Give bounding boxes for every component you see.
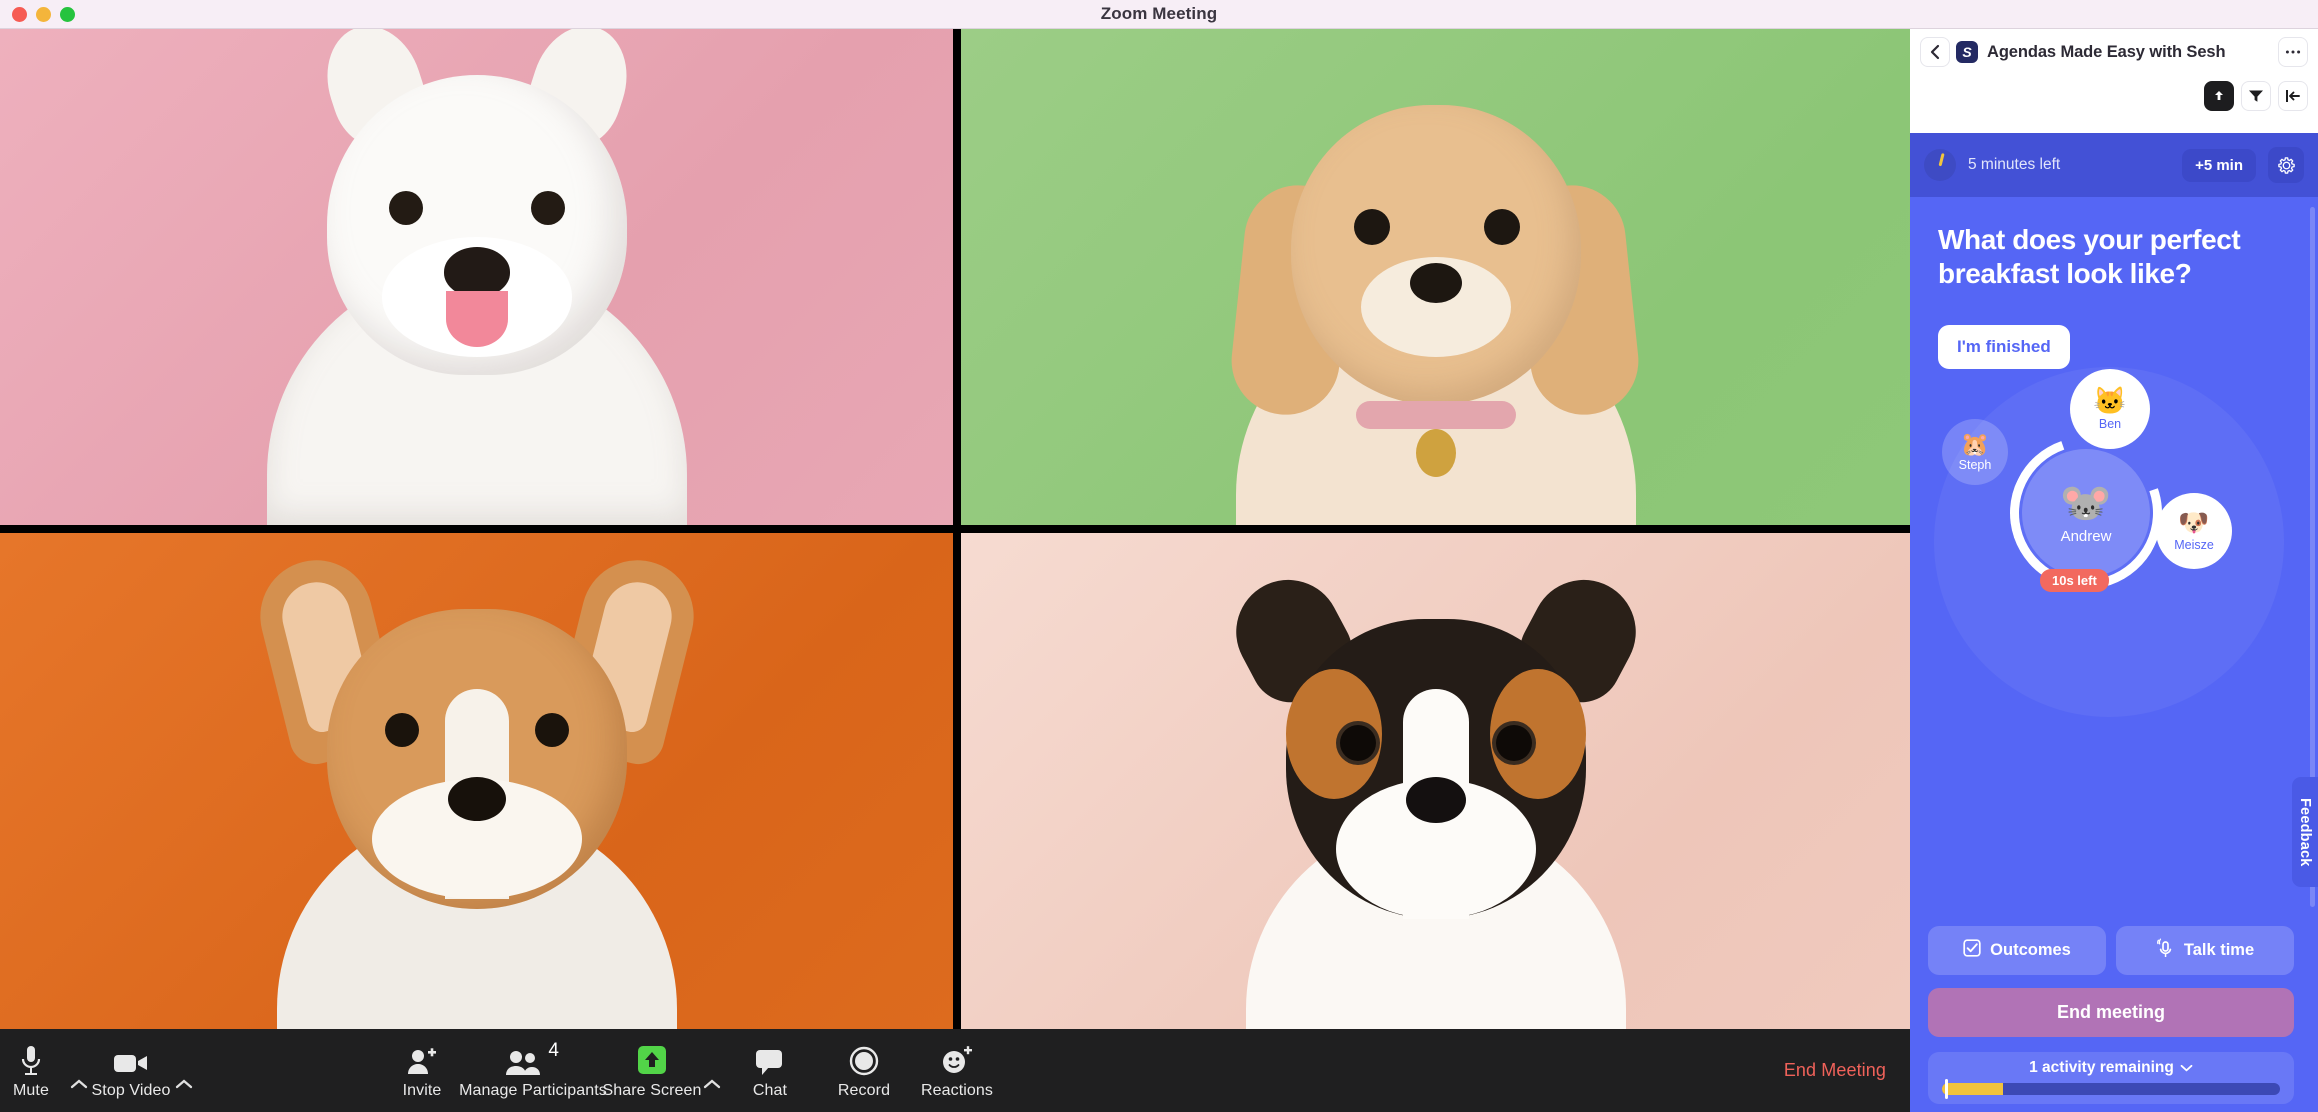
- back-button[interactable]: [1920, 37, 1950, 67]
- activity-progress-marker: [1945, 1079, 1948, 1099]
- activity-progress-fill: [1942, 1083, 2003, 1095]
- talk-time-button[interactable]: Talk time: [2116, 926, 2294, 975]
- shih-tzu-dog-illustration: [1221, 55, 1651, 525]
- activity-progress-bar[interactable]: [1942, 1079, 2280, 1099]
- activity-timer-bar: 5 minutes left +5 min: [1910, 133, 2318, 197]
- participant-bubble-stage: 🐹 Steph 🐱 Ben 🐭 Andrew 10s left 🐶 Meisze: [1910, 357, 2318, 787]
- record-button[interactable]: Record: [824, 1029, 904, 1112]
- activity-remaining-toggle[interactable]: 1 activity remaining: [1942, 1059, 2280, 1077]
- participant-name-ben: Ben: [2098, 416, 2122, 431]
- record-label: Record: [837, 1081, 891, 1099]
- chat-bubble-icon: [755, 1042, 785, 1076]
- add-time-button[interactable]: +5 min: [2182, 148, 2256, 182]
- timer-dial-icon: [1924, 149, 1956, 181]
- share-screen-button[interactable]: Share Screen: [592, 1029, 712, 1112]
- end-meeting-link[interactable]: End Meeting: [1784, 1029, 1886, 1112]
- participant-bubble-steph[interactable]: 🐹 Steph: [1942, 419, 2008, 485]
- share-screen-icon: [636, 1042, 668, 1076]
- corgi-dog-illustration: [242, 533, 712, 1029]
- collapse-panel-icon[interactable]: [2278, 81, 2308, 111]
- mute-label: Mute: [13, 1081, 49, 1099]
- video-tile-shih-tzu[interactable]: [961, 29, 1910, 525]
- microphone-wave-icon: [2156, 938, 2175, 963]
- participant-count-badge: 4: [548, 1039, 559, 1061]
- person-plus-icon: [407, 1042, 437, 1076]
- speaker-countdown-badge: 10s left: [2040, 569, 2109, 592]
- sesh-activity-body: What does your perfect breakfast look li…: [1910, 197, 2318, 912]
- participant-bubble-andrew[interactable]: 🐭 Andrew: [2022, 449, 2150, 577]
- reactions-label: Reactions: [920, 1081, 994, 1099]
- participant-name-andrew: Andrew: [2060, 527, 2112, 545]
- cat-emoji-icon: 🐱: [2093, 385, 2127, 416]
- video-options-caret[interactable]: [173, 1073, 195, 1095]
- dog-emoji-icon: 🐶: [2178, 508, 2210, 537]
- mouse-emoji-icon: 🐭: [2059, 478, 2113, 526]
- video-camera-icon: [113, 1042, 149, 1076]
- reactions-button[interactable]: Reactions: [908, 1029, 1006, 1112]
- end-meeting-button[interactable]: End meeting: [1928, 988, 2294, 1037]
- video-grid: [0, 29, 1910, 1029]
- share-options-caret[interactable]: [701, 1073, 723, 1095]
- record-circle-icon: [849, 1042, 879, 1076]
- feedback-tab[interactable]: Feedback: [2292, 777, 2318, 887]
- participant-bubble-ben[interactable]: 🐱 Ben: [2070, 369, 2150, 449]
- sesh-logo-icon: S: [1956, 41, 1978, 63]
- activity-progress-card: 1 activity remaining: [1928, 1052, 2294, 1104]
- window-title: Zoom Meeting: [1100, 4, 1218, 23]
- window-titlebar: Zoom Meeting: [0, 0, 2318, 29]
- activity-question: What does your perfect breakfast look li…: [1938, 224, 2241, 290]
- share-screen-label: Share Screen: [602, 1081, 702, 1099]
- hamster-emoji-icon: 🐹: [1960, 430, 1990, 457]
- stop-video-button[interactable]: Stop Video: [90, 1029, 172, 1112]
- participant-bubble-meisze[interactable]: 🐶 Meisze: [2156, 493, 2232, 569]
- feedback-tab-label: Feedback: [2297, 797, 2313, 867]
- samoyed-dog-illustration: [266, 29, 687, 525]
- outcomes-label: Outcomes: [1990, 941, 2071, 959]
- invite-label: Invite: [402, 1081, 442, 1099]
- sesh-panel-footer: Outcomes Talk time End meeting 1 activit…: [1910, 912, 2318, 1112]
- checkbox-icon: [1963, 939, 1981, 962]
- zoom-meeting-window: Zoom Meeting Mute Stop Video Invite 4 Ma…: [0, 0, 2318, 1112]
- participant-name-meisze: Meisze: [2174, 537, 2214, 552]
- jack-russell-dog-illustration: [1211, 549, 1661, 1029]
- timer-text: 5 minutes left: [1968, 156, 2061, 173]
- participant-name-steph: Steph: [1958, 457, 1992, 472]
- talk-time-label: Talk time: [2183, 941, 2255, 959]
- video-tile-jack-russell[interactable]: [961, 533, 1910, 1029]
- microphone-icon: [19, 1042, 43, 1076]
- more-options-button[interactable]: [2278, 37, 2308, 67]
- mute-button[interactable]: Mute: [0, 1029, 62, 1112]
- chat-button[interactable]: Chat: [735, 1029, 805, 1112]
- sesh-side-panel: S Agendas Made Easy with Sesh 5 minutes …: [1910, 29, 2318, 1112]
- sesh-panel-header: S Agendas Made Easy with Sesh: [1910, 29, 2318, 133]
- zoom-toolbar: Mute Stop Video Invite 4 Manage Particip…: [0, 1029, 1910, 1112]
- video-tile-corgi[interactable]: [0, 533, 953, 1029]
- participants-icon: 4: [505, 1039, 561, 1076]
- stop-video-label: Stop Video: [91, 1081, 171, 1099]
- outcomes-button[interactable]: Outcomes: [1928, 926, 2106, 975]
- manage-participants-label: Manage Participants: [459, 1081, 607, 1099]
- filter-icon[interactable]: [2241, 81, 2271, 111]
- activity-remaining-label: 1 activity remaining: [2029, 1059, 2174, 1076]
- gear-icon[interactable]: [2268, 147, 2304, 183]
- upload-icon[interactable]: [2204, 81, 2234, 111]
- sesh-panel-title: Agendas Made Easy with Sesh: [1987, 42, 2226, 61]
- video-tile-samoyed[interactable]: [0, 29, 953, 525]
- reactions-smiley-icon: [941, 1042, 973, 1076]
- mute-options-caret[interactable]: [68, 1073, 90, 1095]
- chat-label: Chat: [752, 1081, 788, 1099]
- chevron-down-icon: [2180, 1059, 2193, 1077]
